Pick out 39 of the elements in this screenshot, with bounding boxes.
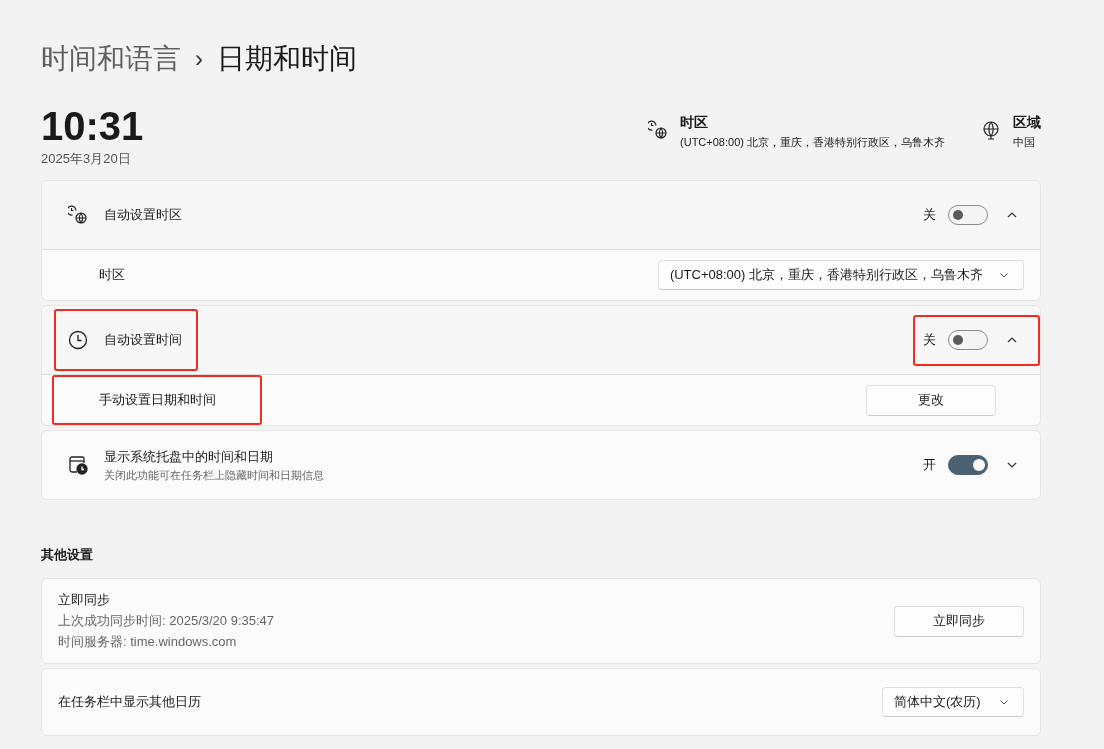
current-date: 2025年3月20日 <box>41 150 132 168</box>
section-heading: 其他设置 <box>41 546 94 564</box>
setting-label: 手动设置日期和时间 <box>99 392 216 407</box>
summary-label: 区域 <box>1013 114 1041 132</box>
setting-label: 时区 <box>99 267 125 282</box>
clock-globe-icon <box>68 205 88 225</box>
timezone-dropdown[interactable]: (UTC+08:00) 北京，重庆，香港特别行政区，乌鲁木齐 <box>657 260 1024 290</box>
globe-icon <box>981 120 1001 140</box>
calendar-clock-icon <box>68 455 88 475</box>
page-title: 日期和时间 <box>217 42 357 76</box>
change-button[interactable]: 更改 <box>866 384 996 416</box>
summary-value: (UTC+08:00) 北京，重庆，香港特别行政区，乌鲁木齐 <box>680 135 945 150</box>
setting-title: 立即同步 <box>58 591 111 609</box>
dropdown-value: 简体中文(农历) <box>894 693 981 711</box>
setting-title: 自动设置时间 <box>104 331 182 349</box>
dropdown-value: (UTC+08:00) 北京，重庆，香港特别行政区，乌鲁木齐 <box>669 266 983 284</box>
current-time: 10:31 <box>41 104 144 148</box>
breadcrumb-separator: › <box>195 45 203 73</box>
toggle-switch[interactable] <box>948 330 988 350</box>
clock-globe-icon <box>648 120 669 140</box>
setting-description: 关闭此功能可在任务栏上隐藏时间和日期信息 <box>104 467 324 483</box>
setting-title: 在任务栏中显示其他日历 <box>58 693 201 711</box>
setting-detail: 时间服务器: time.windows.com <box>58 633 238 651</box>
chevron-down-icon <box>999 697 1009 707</box>
sync-now-button[interactable]: 立即同步 <box>894 605 1024 637</box>
toggle-switch[interactable] <box>948 205 988 225</box>
toggle-state-label: 关 <box>923 331 936 349</box>
toggle-state-label: 开 <box>923 456 936 474</box>
calendar-dropdown[interactable]: 简体中文(农历) <box>882 687 1024 717</box>
summary-label: 时区 <box>680 114 710 132</box>
toggle-state-label: 关 <box>923 206 936 224</box>
chevron-down-icon <box>999 270 1009 280</box>
toggle-switch[interactable] <box>948 455 988 475</box>
summary-value: 中国 <box>1013 135 1036 150</box>
clock-icon <box>68 330 88 350</box>
setting-title: 显示系统托盘中的时间和日期 <box>104 447 274 466</box>
setting-title: 自动设置时区 <box>104 206 182 224</box>
setting-detail: 上次成功同步时间: 2025/3/20 9:35:47 <box>58 612 275 630</box>
breadcrumb-parent-link[interactable]: 时间和语言 <box>41 40 181 78</box>
